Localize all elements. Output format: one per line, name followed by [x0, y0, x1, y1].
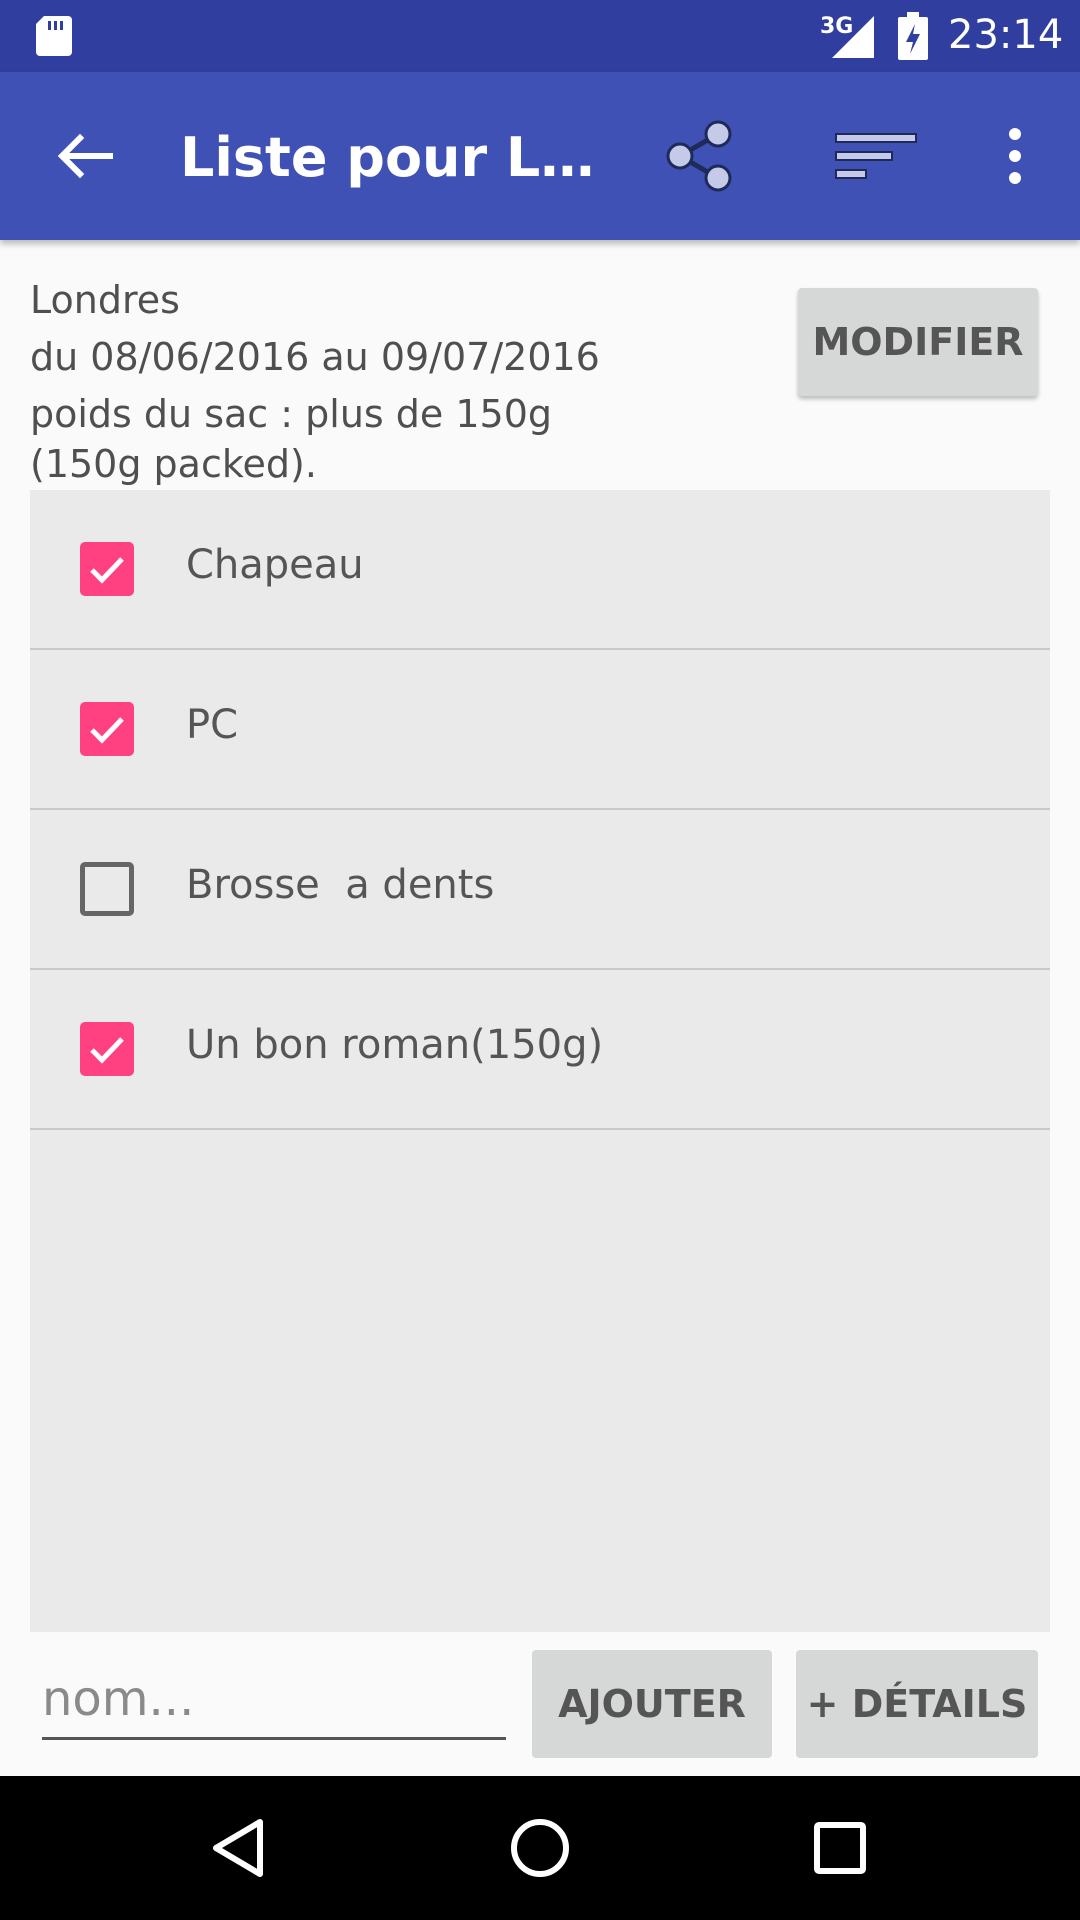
status-bar: 3G 23:14 [0, 0, 1080, 72]
item-label: Brosse a dents [186, 862, 495, 908]
page-title: Liste pour Londres [180, 126, 610, 189]
name-input[interactable] [42, 1660, 506, 1740]
item-list: Chapeau PC Brosse a dents Un bon roman(1… [30, 490, 1050, 1632]
modify-button[interactable]: MODIFIER [798, 288, 1038, 396]
item-label: Chapeau [186, 542, 364, 588]
sort-icon[interactable] [830, 116, 922, 196]
list-item[interactable]: PC [30, 650, 1050, 810]
back-arrow-icon[interactable] [44, 116, 124, 196]
home-circle-icon[interactable] [500, 1808, 580, 1888]
list-item[interactable]: Un bon roman(150g) [30, 970, 1050, 1130]
recents-square-icon[interactable] [800, 1808, 880, 1888]
packed-weight: (150g packed). [30, 442, 317, 486]
back-triangle-icon[interactable] [200, 1808, 280, 1888]
check-icon [90, 557, 124, 584]
add-button[interactable]: AJOUTER [532, 1650, 772, 1758]
item-label: PC [186, 702, 239, 748]
more-vert-icon[interactable] [990, 116, 1040, 196]
bag-weight: poids du sac : plus de 150g [30, 392, 553, 436]
sd-card-icon [36, 16, 72, 56]
app-bar: Liste pour Londres [0, 72, 1080, 240]
list-item[interactable]: Brosse a dents [30, 810, 1050, 970]
checkbox-unchecked[interactable] [80, 862, 134, 916]
item-label: Un bon roman(150g) [186, 1022, 604, 1068]
clock: 23:14 [948, 12, 1064, 58]
checkbox-checked[interactable] [80, 1022, 134, 1076]
trip-info: Londres du 08/06/2016 au 09/07/2016 poid… [30, 272, 630, 485]
share-icon[interactable] [660, 116, 740, 196]
check-icon [90, 717, 124, 744]
list-item[interactable]: Chapeau [30, 490, 1050, 650]
signal-icon [832, 16, 874, 58]
trip-dates: du 08/06/2016 au 09/07/2016 [30, 335, 600, 379]
checkbox-checked[interactable] [80, 702, 134, 756]
battery-charging-icon [898, 12, 928, 60]
check-icon [90, 1037, 124, 1064]
details-button[interactable]: + DÉTAILS [796, 1650, 1038, 1758]
trip-destination: Londres [30, 278, 180, 322]
navigation-bar [0, 1776, 1080, 1920]
checkbox-checked[interactable] [80, 542, 134, 596]
